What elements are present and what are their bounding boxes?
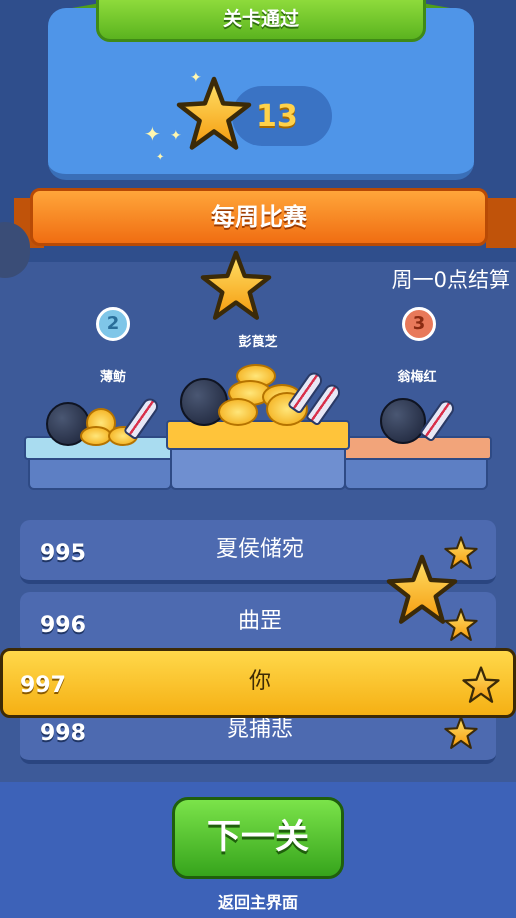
podium-second-base <box>28 458 172 490</box>
coin-icon <box>218 398 258 426</box>
podium-name-second: 薄鲂 <box>99 370 126 385</box>
podium-first-top <box>166 420 350 450</box>
podium-name-third: 翁梅红 <box>397 370 437 385</box>
star-icon <box>462 666 500 704</box>
settlement-note: 周一0点结算 <box>391 268 510 292</box>
row-rank: 998 <box>40 721 86 746</box>
banner-ribbon-right <box>486 198 516 248</box>
stars-earned-value: 13 <box>256 99 298 134</box>
podium-third-top <box>342 436 492 460</box>
sparkle-icon: ✦ <box>156 152 165 163</box>
star-icon <box>176 76 252 152</box>
self-player-name: 你 <box>248 669 271 694</box>
rank-1-star-icon <box>200 250 272 322</box>
row-rank: 996 <box>40 613 86 638</box>
rank-2-badge: 2 <box>96 307 130 341</box>
row-player-name: 曲罡 <box>237 609 282 634</box>
back-to-main-link[interactable]: 返回主界面 <box>180 890 336 916</box>
sparkle-icon: ✦ <box>144 122 161 146</box>
next-level-button[interactable]: 下一关 <box>172 797 344 879</box>
row-rank: 995 <box>40 541 86 566</box>
rank-3-badge: 3 <box>402 307 436 341</box>
row-player-name: 夏侯储宛 <box>215 537 304 562</box>
self-rank: 997 <box>20 673 66 698</box>
podium-third-base <box>344 458 488 490</box>
weekly-contest-banner: 每周比赛 <box>30 188 488 246</box>
level-complete-banner: 关卡通过 <box>96 0 426 42</box>
podium-name-first: 彭莨芝 <box>238 335 278 350</box>
sparkle-icon: ✦ <box>170 128 182 144</box>
podium-first-base <box>170 448 346 490</box>
star-icon <box>444 716 478 750</box>
bomb-icon <box>380 398 426 444</box>
flying-star-icon <box>386 554 458 626</box>
sparkle-icon: ✦ <box>190 70 202 86</box>
